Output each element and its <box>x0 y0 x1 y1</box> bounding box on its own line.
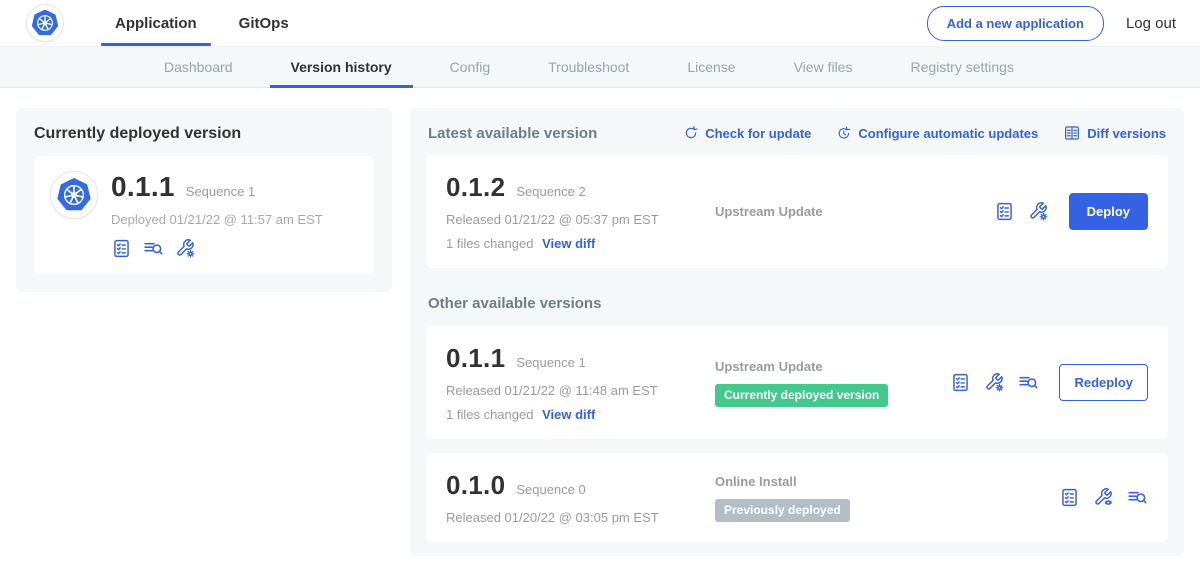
tab-application[interactable]: Application <box>94 0 218 46</box>
preflight-checklist-icon[interactable] <box>111 238 132 259</box>
kubernetes-wheel-icon <box>34 12 56 34</box>
subnav-tab-dashboard[interactable]: Dashboard <box>135 47 262 87</box>
version-source-column: Upstream Update <box>701 204 994 219</box>
version-row-0-1-0: 0.1.0 Sequence 0 Released 01/20/22 @ 03:… <box>426 453 1168 542</box>
available-versions-panel: Latest available version Check for updat… <box>410 108 1184 556</box>
version-number: 0.1.1 <box>446 343 505 374</box>
header-right: Add a new application Log out <box>927 6 1176 41</box>
subnav-tab-view-files[interactable]: View files <box>765 47 882 87</box>
version-info: 0.1.2 Sequence 2 Released 01/21/22 @ 05:… <box>446 172 701 251</box>
check-for-update-link[interactable]: Check for update <box>683 125 811 141</box>
deployed-version-card: 0.1.1 Sequence 1 Deployed 01/21/22 @ 11:… <box>34 156 374 274</box>
subnav-tab-version-history[interactable]: Version history <box>262 47 421 87</box>
currently-deployed-panel: Currently deployed version 0.1.1 Sequenc… <box>16 108 392 292</box>
edit-config-icon[interactable] <box>1028 201 1049 222</box>
files-changed-count: 1 files changed <box>446 407 533 422</box>
view-diff-link[interactable]: View diff <box>542 407 595 422</box>
version-source: Upstream Update <box>715 359 950 374</box>
subnav-tab-registry-settings[interactable]: Registry settings <box>881 47 1042 87</box>
version-row-actions <box>1059 487 1148 508</box>
version-number: 0.1.2 <box>446 172 505 203</box>
subnav-tab-troubleshoot[interactable]: Troubleshoot <box>519 47 658 87</box>
view-config-icon[interactable] <box>1093 487 1114 508</box>
available-versions-header: Latest available version Check for updat… <box>428 124 1166 142</box>
app-subnav: Dashboard Version history Config Trouble… <box>0 46 1200 88</box>
deployed-version-number: 0.1.1 <box>111 171 175 203</box>
kubernetes-heptagon <box>32 10 59 37</box>
version-row-0-1-2: 0.1.2 Sequence 2 Released 01/21/22 @ 05:… <box>426 155 1168 268</box>
files-changed: 1 files changed View diff <box>446 236 701 251</box>
view-logs-icon[interactable] <box>1127 487 1148 508</box>
schedule-refresh-icon <box>836 125 852 141</box>
add-application-button[interactable]: Add a new application <box>927 6 1104 41</box>
latest-available-title: Latest available version <box>428 125 597 142</box>
edit-config-icon[interactable] <box>984 372 1005 393</box>
version-source: Online Install <box>715 474 1059 489</box>
version-row-actions: Deploy <box>994 193 1148 230</box>
diff-versions-link[interactable]: Diff versions <box>1063 124 1166 142</box>
other-versions-title: Other available versions <box>428 295 1166 312</box>
header-tabs: Application GitOps <box>94 0 310 46</box>
configure-updates-label: Configure automatic updates <box>858 126 1038 141</box>
version-source: Upstream Update <box>715 204 994 219</box>
view-logs-icon[interactable] <box>1018 372 1039 393</box>
files-changed-count: 1 files changed <box>446 236 533 251</box>
check-for-update-label: Check for update <box>705 126 811 141</box>
files-changed: 1 files changed View diff <box>446 407 701 422</box>
refresh-icon <box>683 125 699 141</box>
view-logs-icon[interactable] <box>143 238 164 259</box>
kubernetes-logo <box>26 4 64 42</box>
diff-icon <box>1063 124 1081 142</box>
subnav-tab-license[interactable]: License <box>658 47 764 87</box>
version-number: 0.1.0 <box>446 470 505 501</box>
deployed-version-details: 0.1.1 Sequence 1 Deployed 01/21/22 @ 11:… <box>111 171 323 259</box>
previously-deployed-badge: Previously deployed <box>715 499 850 522</box>
currently-deployed-badge: Currently deployed version <box>715 384 888 407</box>
version-source-column: Upstream Update Currently deployed versi… <box>701 359 950 407</box>
deployed-version-actions <box>111 238 323 259</box>
kubernetes-heptagon <box>57 178 91 212</box>
version-released-date: Released 01/21/22 @ 05:37 pm EST <box>446 212 701 227</box>
diff-versions-label: Diff versions <box>1087 126 1166 141</box>
version-info: 0.1.1 Sequence 1 Released 01/21/22 @ 11:… <box>446 343 701 422</box>
view-diff-link[interactable]: View diff <box>542 236 595 251</box>
app-header: Application GitOps Add a new application… <box>0 0 1200 46</box>
preflight-checklist-icon[interactable] <box>1059 487 1080 508</box>
app-logo <box>50 171 98 219</box>
version-info: 0.1.0 Sequence 0 Released 01/20/22 @ 03:… <box>446 470 701 525</box>
deployed-version-date: Deployed 01/21/22 @ 11:57 am EST <box>111 212 323 227</box>
version-actions: Check for update Configure automatic upd… <box>683 124 1166 142</box>
preflight-checklist-icon[interactable] <box>950 372 971 393</box>
tab-gitops[interactable]: GitOps <box>218 0 310 46</box>
version-row-actions: Redeploy <box>950 364 1148 401</box>
version-released-date: Released 01/21/22 @ 11:48 am EST <box>446 383 701 398</box>
version-source-column: Online Install Previously deployed <box>701 474 1059 522</box>
version-sequence: Sequence 1 <box>516 355 585 370</box>
subnav-tab-config[interactable]: Config <box>421 47 519 87</box>
main-content: Currently deployed version 0.1.1 Sequenc… <box>0 88 1200 556</box>
deploy-button[interactable]: Deploy <box>1069 193 1148 230</box>
version-sequence: Sequence 2 <box>516 184 585 199</box>
preflight-checklist-icon[interactable] <box>994 201 1015 222</box>
kubernetes-wheel-icon <box>60 181 88 209</box>
deployed-version-sequence: Sequence 1 <box>186 184 255 199</box>
edit-config-icon[interactable] <box>175 238 196 259</box>
currently-deployed-title: Currently deployed version <box>34 125 374 143</box>
version-row-0-1-1: 0.1.1 Sequence 1 Released 01/21/22 @ 11:… <box>426 326 1168 439</box>
version-released-date: Released 01/20/22 @ 03:05 pm EST <box>446 510 701 525</box>
configure-automatic-updates-link[interactable]: Configure automatic updates <box>836 125 1038 141</box>
logout-button[interactable]: Log out <box>1126 15 1176 32</box>
version-sequence: Sequence 0 <box>516 482 585 497</box>
redeploy-button[interactable]: Redeploy <box>1059 364 1148 401</box>
